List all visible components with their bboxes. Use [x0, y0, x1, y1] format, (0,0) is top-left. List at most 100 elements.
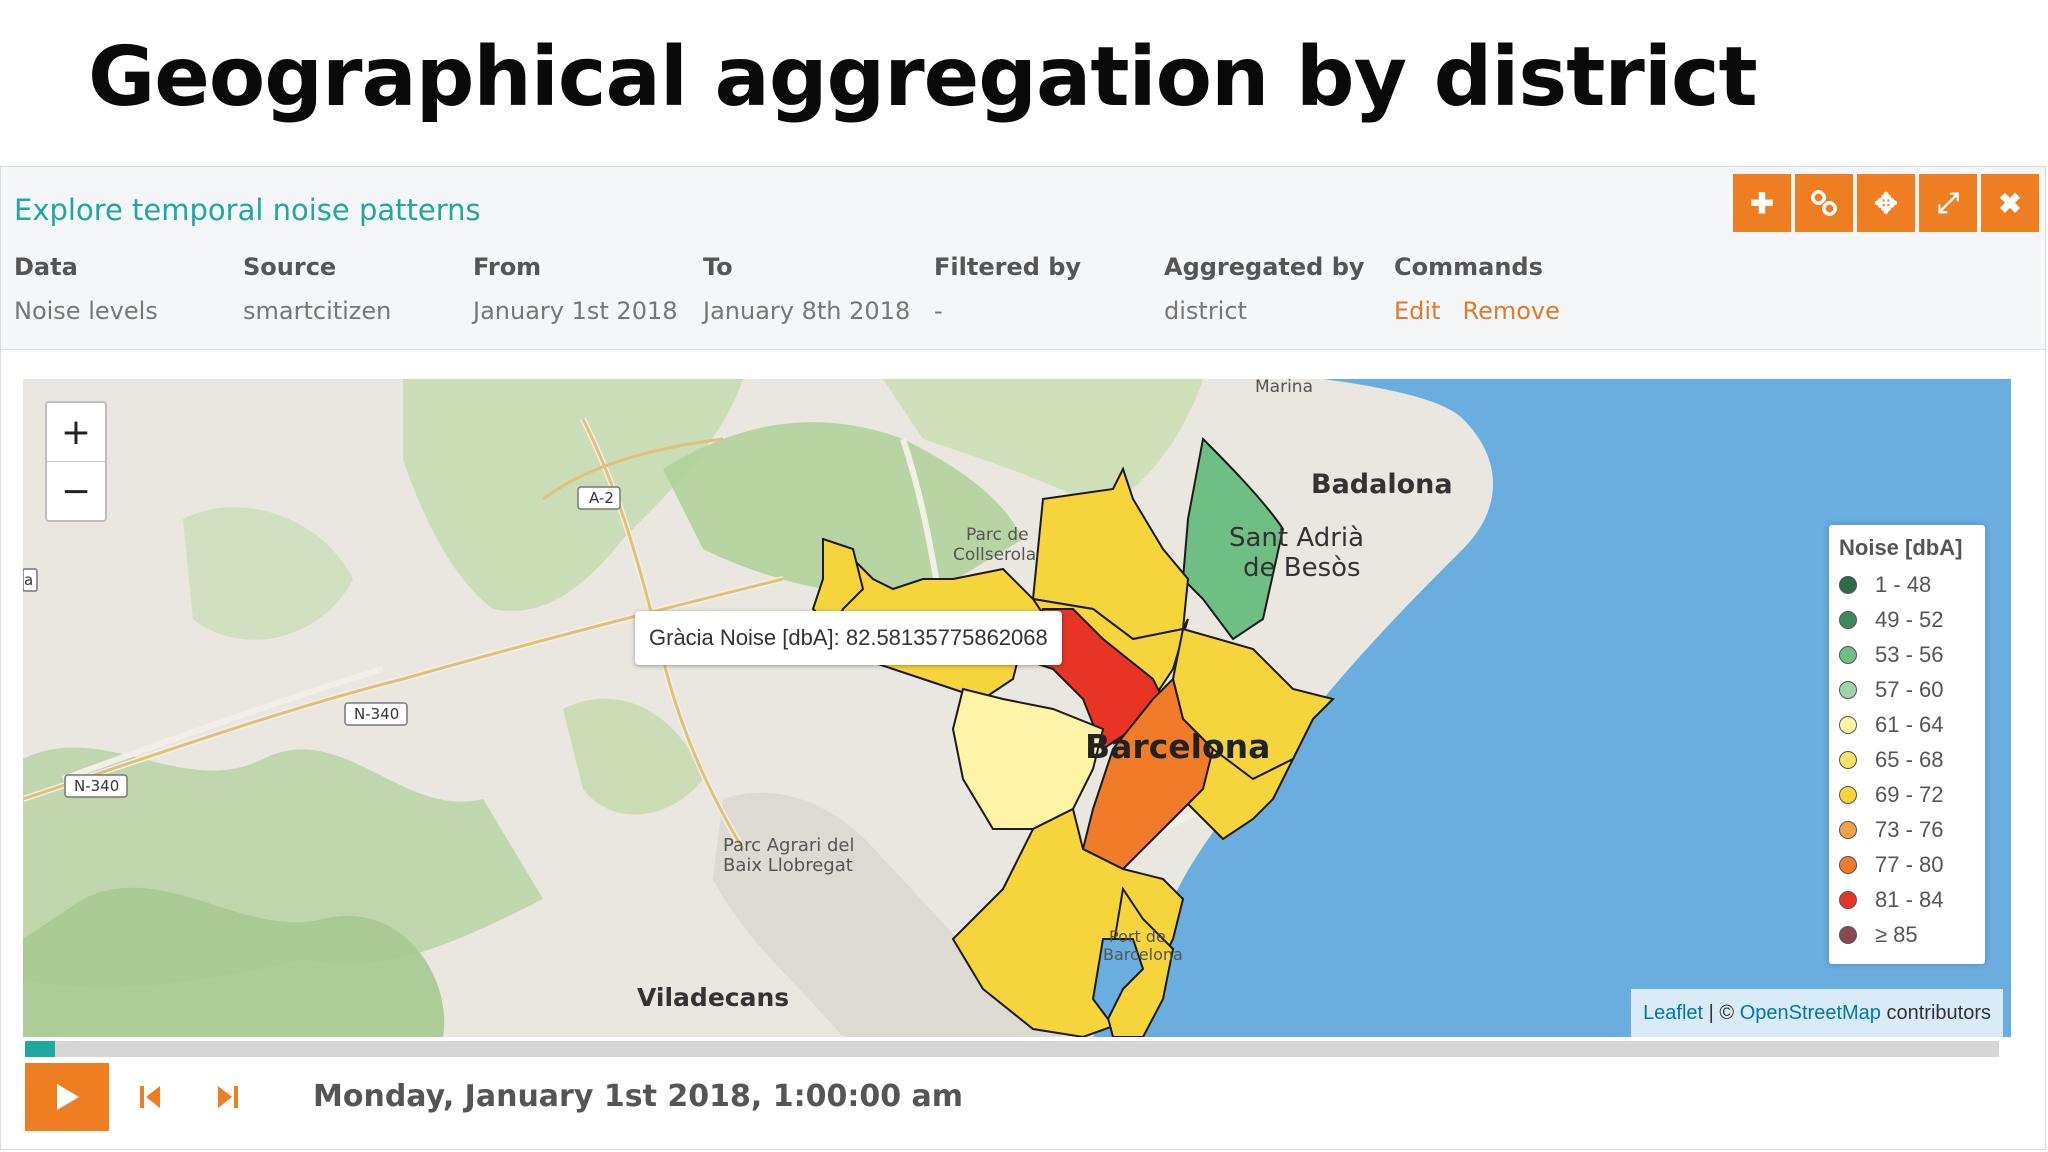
place-label: Barcelona	[1103, 945, 1183, 964]
zoom-out-button[interactable]: −	[47, 462, 105, 520]
expand-button[interactable]: ⤢	[1919, 174, 1977, 232]
meta-value: district	[1164, 297, 1247, 325]
link-icon	[1811, 190, 1837, 216]
legend-label: ≥ 85	[1875, 921, 1918, 947]
meta-value: -	[934, 297, 943, 325]
panel-title: Explore temporal noise patterns	[14, 193, 481, 227]
place-label: Parc Agrari del	[723, 835, 855, 856]
step-forward-button[interactable]	[211, 1079, 245, 1115]
place-label: Baix Llobregat	[723, 855, 853, 876]
legend-swatch	[1839, 610, 1857, 629]
meta-from: From January 1st 2018	[473, 253, 703, 325]
meta-label: From	[473, 253, 542, 281]
city-label-sant-adria: Sant Adrià	[1229, 523, 1365, 553]
legend-swatch	[1839, 785, 1857, 804]
meta-data: Data Noise levels	[14, 253, 244, 325]
meta-value: smartcitizen	[243, 297, 392, 325]
zoom-in-button[interactable]: +	[47, 403, 105, 462]
legend-label: 1 - 48	[1875, 571, 1932, 597]
road-label: N-340	[354, 705, 400, 723]
meta-value: Noise levels	[14, 297, 158, 325]
add-button[interactable]: ✚	[1733, 174, 1791, 232]
road-label: N-340	[74, 777, 120, 795]
city-label-besos: de Besòs	[1243, 553, 1361, 583]
meta-label: Filtered by	[934, 253, 1082, 281]
osm-link[interactable]: OpenStreetMap	[1740, 1002, 1881, 1025]
legend-swatch	[1839, 750, 1857, 769]
leaflet-link[interactable]: Leaflet	[1643, 1002, 1703, 1025]
meta-value: Edit Remove	[1394, 297, 1624, 325]
meta-to: To January 8th 2018	[703, 253, 933, 325]
road-label: a	[24, 571, 34, 589]
slide-title: Geographical aggregation by district	[88, 30, 1758, 125]
close-button[interactable]: ✖	[1981, 174, 2039, 232]
legend-item: 61 - 64	[1839, 707, 1975, 742]
place-label: Marina	[1255, 379, 1313, 397]
legend-label: 73 - 76	[1875, 816, 1944, 842]
edit-link[interactable]: Edit	[1394, 297, 1440, 325]
legend-item: ≥ 85	[1839, 917, 1975, 952]
meta-label: Data	[14, 253, 78, 281]
attribution-rest: contributors	[1880, 1001, 1991, 1024]
move-icon: ✥	[1874, 187, 1898, 219]
map[interactable]: A-2 N-340 N-340 a Marina Parc de Collser…	[23, 379, 2011, 1037]
legend-label: 61 - 64	[1875, 711, 1944, 737]
current-time: Monday, January 1st 2018, 1:00:00 am	[313, 1079, 964, 1114]
skip-forward-icon	[218, 1086, 238, 1108]
remove-link[interactable]: Remove	[1462, 297, 1559, 325]
legend-swatch	[1839, 715, 1857, 734]
legend-item: 69 - 72	[1839, 777, 1975, 812]
step-back-button[interactable]	[133, 1079, 167, 1115]
map-attribution: Leaflet | © OpenStreetMap contributors	[1631, 989, 2003, 1037]
link-button[interactable]	[1795, 174, 1853, 232]
legend-item: 57 - 60	[1839, 672, 1975, 707]
place-label: Collserola	[953, 545, 1037, 565]
attribution-separator: | ©	[1703, 1001, 1740, 1024]
timeline-slider[interactable]	[25, 1041, 1999, 1057]
legend-item: 77 - 80	[1839, 847, 1975, 882]
legend-label: 77 - 80	[1875, 851, 1944, 877]
meta-value: January 8th 2018	[703, 297, 911, 325]
legend-swatch	[1839, 820, 1857, 839]
legend-label: 69 - 72	[1875, 781, 1944, 807]
meta-aggregated: Aggregated by district	[1164, 253, 1394, 325]
meta-label: Aggregated by	[1164, 253, 1365, 281]
legend-swatch	[1839, 925, 1857, 944]
plus-icon: ✚	[1750, 187, 1774, 219]
legend-title: Noise [dbA]	[1839, 535, 1963, 560]
timeline-progress	[25, 1041, 55, 1057]
legend-label: 57 - 60	[1875, 676, 1944, 702]
expand-icon: ⤢	[1936, 186, 1960, 218]
zoom-control: + −	[45, 401, 107, 522]
noise-panel: Explore temporal noise patterns ✚ ✥ ⤢ ✖ …	[0, 166, 2046, 1150]
legend-label: 65 - 68	[1875, 746, 1944, 772]
meta-source: Source smartcitizen	[243, 253, 473, 325]
meta-label: Commands	[1394, 253, 1543, 281]
legend-label: 81 - 84	[1875, 886, 1944, 912]
meta-filtered: Filtered by -	[934, 253, 1164, 325]
legend-swatch	[1839, 575, 1857, 594]
legend-item: 53 - 56	[1839, 637, 1975, 672]
district-tooltip: Gràcia Noise [dbA]: 82.58135775862068	[635, 611, 1062, 665]
panel-header: Explore temporal noise patterns ✚ ✥ ⤢ ✖ …	[1, 167, 2045, 350]
meta-label: To	[703, 253, 733, 281]
close-icon: ✖	[1998, 187, 2022, 219]
legend-swatch	[1839, 890, 1857, 909]
meta-label: Source	[243, 253, 337, 281]
play-button[interactable]	[25, 1063, 109, 1131]
legend-swatch	[1839, 855, 1857, 874]
legend-item: 73 - 76	[1839, 812, 1975, 847]
city-label-barcelona: Barcelona	[1085, 727, 1271, 766]
legend-swatch	[1839, 680, 1857, 699]
noise-legend: Noise [dbA] 1 - 48 49 - 52 53 - 56 57 - …	[1829, 525, 1985, 964]
play-icon	[57, 1084, 79, 1110]
city-label-viladecans: Viladecans	[637, 983, 790, 1012]
meta-commands: Commands Edit Remove	[1394, 253, 1624, 325]
move-button[interactable]: ✥	[1857, 174, 1915, 232]
legend-label: 49 - 52	[1875, 606, 1944, 632]
meta-value: January 1st 2018	[473, 297, 678, 325]
map-canvas	[23, 379, 2011, 1037]
legend-item: 49 - 52	[1839, 602, 1975, 637]
skip-back-icon	[140, 1086, 160, 1108]
legend-item: 1 - 48	[1839, 567, 1975, 602]
